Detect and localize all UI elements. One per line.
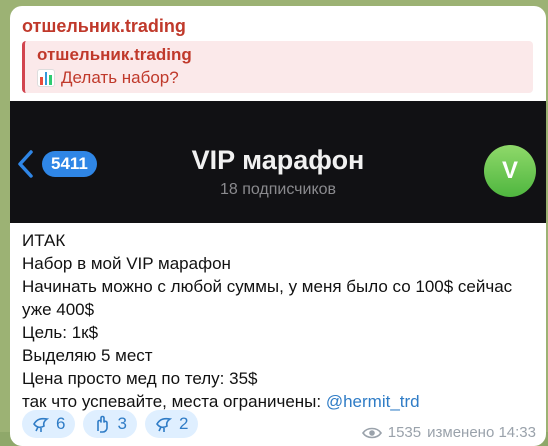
reaction-count: 6 (56, 414, 66, 433)
hand-icon (97, 415, 109, 433)
reaction-count: 3 (117, 414, 127, 433)
message-bubble: отшельник.trading отшельник.trading Дела… (10, 6, 546, 446)
bar-chart-icon (37, 69, 55, 87)
mention-link[interactable]: @hermit_trd (326, 392, 420, 411)
sender-name[interactable]: отшельник.trading (22, 16, 186, 37)
attached-screenshot[interactable]: 5411 VIP марафон 18 подписчиков V (10, 101, 546, 223)
text-line: ИТАК (22, 231, 66, 250)
reply-text-row: Делать набор? (37, 68, 179, 88)
reply-sender: отшельник.trading (37, 45, 192, 64)
text-line: Начинать можно с любой суммы, у меня был… (22, 277, 517, 319)
dove-icon (155, 417, 173, 432)
eye-icon (361, 427, 382, 438)
message-text: ИТАК Набор в мой VIP марафон Начинать мо… (22, 229, 532, 413)
reactions-bar: 6 3 2 (22, 410, 199, 438)
channel-title: VIP марафон (191, 145, 365, 175)
reaction-count: 2 (178, 414, 189, 433)
text-line: Набор в мой VIP марафон (22, 254, 231, 273)
text-line: Цель: 1к$ (22, 323, 99, 342)
channel-avatar: V (484, 145, 536, 197)
dove-icon (33, 417, 50, 432)
text-line: Цена просто мед по телу: 35$ (22, 369, 258, 388)
message-meta: 1535 изменено 14:33 (361, 424, 536, 441)
reaction-dove-2[interactable]: 2 (144, 410, 199, 438)
view-count: 1535 (387, 424, 422, 441)
text-line: Выделяю 5 мест (22, 346, 153, 365)
edited-timestamp: изменено 14:33 (427, 424, 536, 441)
text-line: так что успевайте, места ограничены: (22, 392, 326, 411)
reaction-dove-1[interactable]: 6 (22, 410, 76, 438)
reply-quote[interactable]: отшельник.trading Делать набор? (22, 41, 533, 93)
reaction-hand[interactable]: 3 (83, 410, 137, 438)
reply-text: Делать набор? (61, 68, 179, 87)
channel-subtitle: 18 подписчиков (219, 181, 337, 198)
